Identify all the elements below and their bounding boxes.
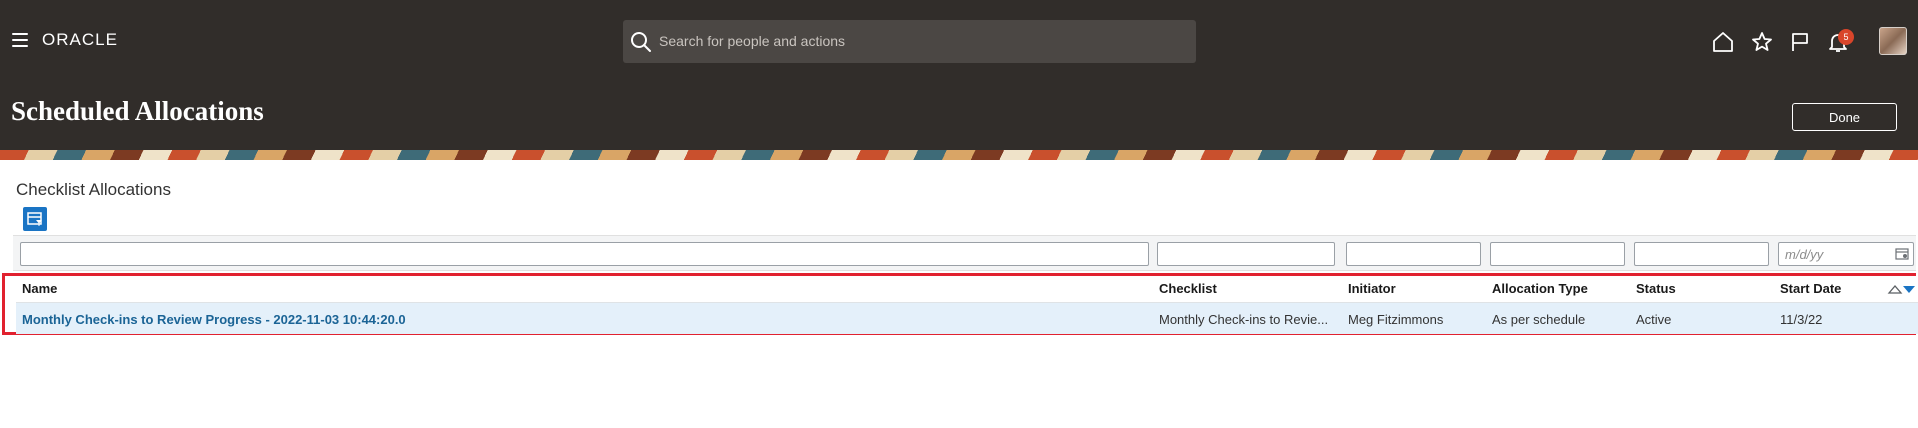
global-header: ORACLE 5 Scheduled Allocations Done bbox=[0, 0, 1918, 150]
column-header-initiator[interactable]: Initiator bbox=[1348, 281, 1396, 296]
search-input[interactable] bbox=[659, 26, 1179, 56]
checklist-filter-input[interactable] bbox=[1157, 242, 1335, 266]
sort-icon[interactable] bbox=[1887, 282, 1917, 296]
page-title: Scheduled Allocations bbox=[11, 96, 264, 126]
star-icon[interactable] bbox=[1750, 30, 1774, 54]
allocation-name-link[interactable]: Monthly Check-ins to Review Progress - 2… bbox=[22, 312, 1142, 327]
section-title: Checklist Allocations bbox=[16, 180, 171, 199]
calendar-icon[interactable] bbox=[1895, 247, 1909, 260]
table-row[interactable]: Monthly Check-ins to Review Progress - 2… bbox=[16, 303, 1918, 334]
column-header-name[interactable]: Name bbox=[22, 281, 57, 296]
column-header-start-date[interactable]: Start Date bbox=[1780, 281, 1841, 296]
decorative-banner bbox=[0, 150, 1918, 160]
results-table: Name Checklist Initiator Allocation Type… bbox=[2, 273, 1918, 335]
allocation-type-cell: As per schedule bbox=[1492, 312, 1586, 327]
done-button[interactable]: Done bbox=[1792, 103, 1897, 131]
column-header-status[interactable]: Status bbox=[1636, 281, 1676, 296]
checklist-cell: Monthly Check-ins to Revie... bbox=[1159, 312, 1329, 327]
oracle-logo[interactable]: ORACLE bbox=[42, 30, 118, 50]
query-by-example-row bbox=[13, 235, 1916, 271]
notification-badge: 5 bbox=[1838, 29, 1854, 45]
user-avatar[interactable] bbox=[1879, 27, 1907, 55]
column-header-allocation-type[interactable]: Allocation Type bbox=[1492, 281, 1588, 296]
allocation-type-filter-input[interactable] bbox=[1490, 242, 1625, 266]
status-cell: Active bbox=[1636, 312, 1672, 327]
initiator-cell: Meg Fitzimmons bbox=[1348, 312, 1444, 327]
search-icon bbox=[631, 32, 651, 52]
flag-icon[interactable] bbox=[1788, 30, 1812, 54]
status-filter-input[interactable] bbox=[1634, 242, 1769, 266]
global-search[interactable] bbox=[623, 20, 1196, 63]
initiator-filter-input[interactable] bbox=[1346, 242, 1481, 266]
table-header-row: Name Checklist Initiator Allocation Type… bbox=[16, 276, 1918, 303]
column-header-checklist[interactable]: Checklist bbox=[1159, 281, 1217, 296]
start-date-cell: 11/3/22 bbox=[1780, 312, 1823, 327]
start-date-filter-input[interactable] bbox=[1778, 242, 1914, 266]
home-icon[interactable] bbox=[1711, 30, 1735, 54]
filter-icon[interactable] bbox=[23, 207, 47, 231]
hamburger-menu-icon[interactable] bbox=[12, 33, 28, 47]
name-filter-input[interactable] bbox=[20, 242, 1149, 266]
